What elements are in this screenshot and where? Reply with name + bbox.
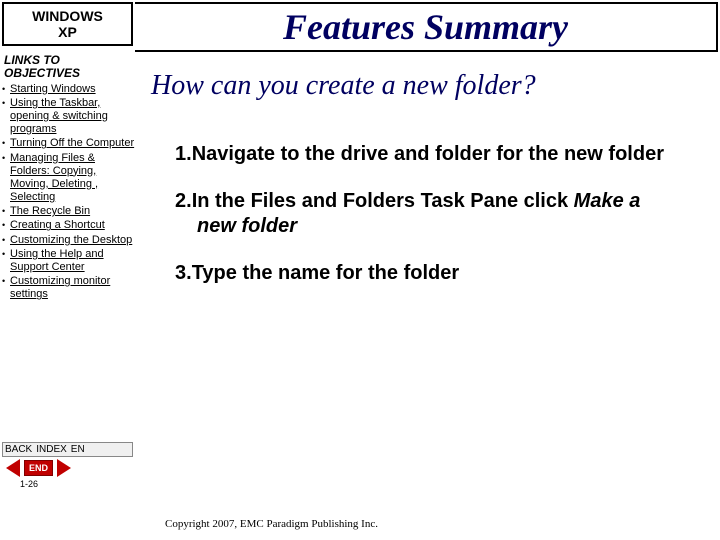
link-text[interactable]: Creating a Shortcut	[10, 219, 105, 232]
page-title: Features Summary	[283, 6, 568, 48]
bullet-icon: •	[2, 234, 10, 247]
bullet-icon: •	[2, 275, 10, 288]
bullet-icon: •	[2, 83, 10, 96]
bullet-icon: •	[2, 97, 10, 110]
link-text[interactable]: Using the Help and Support Center	[10, 248, 135, 274]
step-2: 2.In the Files and Folders Task Pane cli…	[175, 189, 680, 239]
main: Features Summary How can you create a ne…	[135, 0, 720, 540]
copyright: Copyright 2007, EMC Paradigm Publishing …	[165, 518, 378, 530]
end-button[interactable]: END	[24, 460, 53, 476]
bullet-icon: •	[2, 152, 10, 165]
list-item[interactable]: •Using the Help and Support Center	[2, 248, 135, 274]
overlay-back-label: BACK	[5, 444, 32, 455]
title-bar: Features Summary	[135, 2, 718, 52]
nav-row: END	[2, 459, 133, 477]
list-item[interactable]: •Creating a Shortcut	[2, 219, 135, 232]
step-text: Type the name for the folder	[192, 262, 459, 284]
question: How can you create a new folder?	[151, 70, 720, 102]
list-item[interactable]: •Customizing monitor settings	[2, 275, 135, 301]
step-1: 1.Navigate to the drive and folder for t…	[175, 142, 680, 167]
step-num: 1.	[175, 143, 192, 165]
list-item[interactable]: •Turning Off the Computer	[2, 137, 135, 150]
links-list: •Starting Windows •Using the Taskbar, op…	[0, 83, 135, 302]
link-text[interactable]: Managing Files & Folders: Copying, Movin…	[10, 152, 135, 205]
link-text[interactable]: Customizing monitor settings	[10, 275, 135, 301]
overlay-en-label: EN	[71, 444, 85, 455]
list-item[interactable]: •Using the Taskbar, opening & switching …	[2, 97, 135, 137]
link-text[interactable]: Using the Taskbar, opening & switching p…	[10, 97, 135, 137]
list-item[interactable]: •The Recycle Bin	[2, 205, 135, 218]
list-item[interactable]: •Customizing the Desktop	[2, 234, 135, 247]
link-text[interactable]: The Recycle Bin	[10, 205, 90, 218]
logo-line1: WINDOWS	[6, 8, 129, 24]
logo-line2: XP	[6, 24, 129, 40]
overlay-top-row: BACK INDEX EN	[2, 442, 133, 457]
step-text: Navigate to the drive and folder for the…	[192, 143, 664, 165]
next-arrow-icon[interactable]	[57, 459, 71, 477]
list-item[interactable]: •Managing Files & Folders: Copying, Movi…	[2, 152, 135, 205]
prev-arrow-icon[interactable]	[6, 459, 20, 477]
bullet-icon: •	[2, 205, 10, 218]
link-text[interactable]: Turning Off the Computer	[10, 137, 134, 150]
links-heading: LINKS TO OBJECTIVES	[4, 54, 131, 80]
bullet-icon: •	[2, 219, 10, 232]
slide-number: 1-26	[2, 479, 133, 489]
step-3: 3.Type the name for the folder	[175, 261, 680, 286]
step-num: 2.	[175, 190, 192, 212]
link-text[interactable]: Customizing the Desktop	[10, 234, 132, 247]
overlay-index-label: INDEX	[36, 444, 67, 455]
nav-overlay: BACK INDEX EN END 1-26	[2, 442, 133, 489]
logo-box: WINDOWS XP	[2, 2, 133, 46]
sidebar: WINDOWS XP LINKS TO OBJECTIVES •Starting…	[0, 0, 135, 540]
list-item[interactable]: •Starting Windows	[2, 83, 135, 96]
bullet-icon: •	[2, 248, 10, 261]
step-num: 3.	[175, 262, 192, 284]
bullet-icon: •	[2, 137, 10, 150]
link-text[interactable]: Starting Windows	[10, 83, 96, 96]
step-text: In the Files and Folders Task Pane click	[192, 190, 574, 212]
steps: 1.Navigate to the drive and folder for t…	[175, 142, 680, 286]
